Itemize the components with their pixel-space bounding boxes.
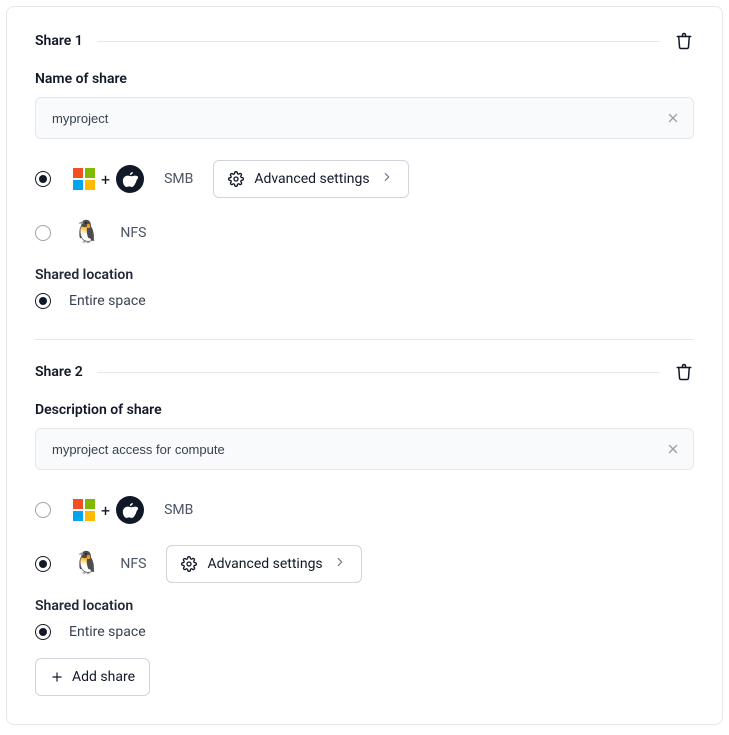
share-title: Share 1	[35, 33, 83, 49]
radio-smb[interactable]	[35, 502, 51, 518]
windows-icon	[73, 499, 95, 521]
share-name-input-wrap	[35, 97, 694, 139]
apple-icon	[116, 165, 144, 193]
share-block-2: Share 2 Description of share +	[35, 362, 694, 696]
share-title: Share 2	[35, 364, 83, 380]
delete-share-button[interactable]	[674, 362, 694, 382]
clear-input-button[interactable]	[664, 440, 682, 458]
protocol-option-nfs[interactable]: 🐧 NFS	[35, 213, 694, 253]
close-icon	[666, 111, 680, 125]
windows-icon	[73, 168, 95, 190]
advanced-settings-label: Advanced settings	[254, 171, 369, 187]
nfs-icons: 🐧	[73, 222, 100, 244]
share-header: Share 1	[35, 31, 694, 51]
advanced-settings-button[interactable]: Advanced settings	[166, 545, 361, 583]
field-label: Name of share	[35, 71, 694, 87]
nfs-icons: 🐧	[73, 553, 100, 575]
field-label: Description of share	[35, 402, 694, 418]
plus-icon: +	[101, 501, 110, 520]
location-label: Entire space	[69, 293, 146, 309]
location-label: Entire space	[69, 624, 146, 640]
share-desc-input[interactable]	[35, 428, 694, 470]
plus-icon: +	[101, 170, 110, 189]
shares-panel: Share 1 Name of share +	[6, 6, 723, 725]
trash-icon	[675, 363, 693, 381]
share-block-1: Share 1 Name of share +	[35, 31, 694, 309]
location-option[interactable]: Entire space	[35, 293, 694, 309]
nfs-label: NFS	[120, 556, 146, 572]
chevron-right-icon	[333, 555, 347, 573]
location-option[interactable]: Entire space	[35, 624, 694, 640]
radio-location[interactable]	[35, 624, 51, 640]
share-name-input[interactable]	[35, 97, 694, 139]
linux-icon: 🐧	[73, 222, 100, 244]
gear-icon	[181, 556, 197, 572]
close-icon	[666, 442, 680, 456]
share-header: Share 2	[35, 362, 694, 382]
smb-icons: +	[73, 496, 144, 524]
radio-nfs[interactable]	[35, 556, 51, 572]
smb-icons: +	[73, 165, 144, 193]
radio-location[interactable]	[35, 293, 51, 309]
trash-icon	[675, 32, 693, 50]
protocol-option-smb[interactable]: + SMB	[35, 490, 694, 530]
apple-icon	[116, 496, 144, 524]
add-share-label: Add share	[72, 669, 135, 685]
nfs-label: NFS	[120, 225, 146, 241]
chevron-right-icon	[380, 170, 394, 188]
location-heading: Shared location	[35, 598, 694, 614]
delete-share-button[interactable]	[674, 31, 694, 51]
plus-icon	[50, 670, 64, 684]
header-divider	[97, 372, 660, 373]
clear-input-button[interactable]	[664, 109, 682, 127]
gear-icon	[228, 171, 244, 187]
advanced-settings-label: Advanced settings	[207, 556, 322, 572]
smb-label: SMB	[164, 171, 193, 187]
advanced-settings-button[interactable]: Advanced settings	[213, 160, 408, 198]
header-divider	[97, 41, 660, 42]
share-divider	[35, 339, 694, 340]
share-desc-input-wrap	[35, 428, 694, 470]
add-share-button[interactable]: Add share	[35, 658, 150, 696]
radio-smb[interactable]	[35, 171, 51, 187]
location-heading: Shared location	[35, 267, 694, 283]
protocol-option-smb[interactable]: + SMB Advanced settings	[35, 159, 694, 199]
radio-nfs[interactable]	[35, 225, 51, 241]
smb-label: SMB	[164, 502, 193, 518]
protocol-option-nfs[interactable]: 🐧 NFS Advanced settings	[35, 544, 694, 584]
linux-icon: 🐧	[73, 553, 100, 575]
